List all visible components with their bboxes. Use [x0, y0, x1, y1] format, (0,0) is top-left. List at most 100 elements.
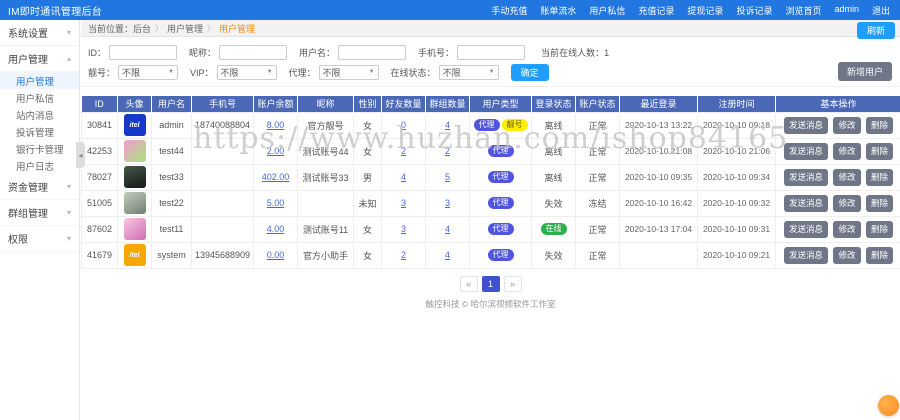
table-row: 41679 itel system 13945688909 0.00 官方小助手… — [82, 242, 900, 268]
nav-logout[interactable]: 退出 — [872, 4, 890, 17]
col-id: ID — [82, 96, 118, 112]
breadcrumb-prefix: 当前位置： — [88, 22, 133, 35]
avatar — [124, 166, 146, 188]
nickname-filter-input[interactable] — [219, 45, 287, 60]
friends-count-link[interactable]: 3 — [401, 224, 406, 234]
nav-user-messages[interactable]: 用户私信 — [589, 4, 625, 17]
sidebar-item-user-management[interactable]: 用户管理 — [0, 72, 79, 89]
nav-manual-recharge[interactable]: 手动充值 — [491, 4, 527, 17]
delete-button[interactable]: 删除 — [866, 143, 893, 160]
sidebar-item-site-messages[interactable]: 站内消息 — [0, 106, 79, 123]
sidebar-group-permissions[interactable]: 权限 ▾ — [0, 226, 79, 252]
cell-last-login: 2020-10-10 21:08 — [620, 138, 698, 164]
send-message-button[interactable]: 发送消息 — [784, 117, 828, 134]
cell-nickname: 测试账号33 — [298, 164, 354, 190]
groups-count-link[interactable]: 5 — [445, 172, 450, 182]
send-message-button[interactable]: 发送消息 — [784, 169, 828, 186]
friends-count-link[interactable]: 3 — [401, 198, 406, 208]
groups-count-link[interactable]: 4 — [445, 250, 450, 260]
agent-badge: 代理 — [488, 145, 514, 157]
balance-link[interactable]: 5.00 — [267, 198, 285, 208]
avatar — [124, 140, 146, 162]
cell-gender: 男 — [354, 164, 382, 190]
cell-account-status: 正常 — [576, 242, 620, 268]
sidebar: 系统设置 ▾ 用户管理 ▴ 用户管理 用户私信 站内消息 投诉管理 银行卡管理 … — [0, 20, 80, 420]
cell-id: 87602 — [82, 216, 118, 242]
edit-button[interactable]: 修改 — [833, 195, 860, 212]
select-caret-icon: ▼ — [489, 69, 495, 75]
groups-count-link[interactable]: 2 — [445, 146, 450, 156]
username-filter-input[interactable] — [338, 45, 406, 60]
col-nickname: 昵称 — [298, 96, 354, 112]
groups-count-link[interactable]: 4 — [445, 224, 450, 234]
nav-withdraw-records[interactable]: 提现记录 — [687, 4, 723, 17]
online-status-badge: 在线 — [541, 223, 567, 235]
send-message-button[interactable]: 发送消息 — [784, 247, 828, 264]
friends-count-link[interactable]: 2 — [401, 250, 406, 260]
phone-filter-input[interactable] — [457, 45, 525, 60]
groups-count-link[interactable]: 4 — [445, 120, 450, 130]
sidebar-group-groups[interactable]: 群组管理 ▾ — [0, 200, 79, 226]
edit-button[interactable]: 修改 — [833, 143, 860, 160]
vip-select[interactable]: 不限 ▼ — [217, 65, 277, 80]
breadcrumb-home[interactable]: 后台 — [133, 22, 151, 35]
delete-button[interactable]: 删除 — [866, 247, 893, 264]
sidebar-collapse-handle[interactable]: ◂ — [76, 142, 85, 168]
app-title: IM即时通讯管理后台 — [8, 3, 102, 18]
sidebar-group-funds[interactable]: 资金管理 ▾ — [0, 174, 79, 200]
add-user-button[interactable]: 新增用户 — [838, 62, 892, 81]
pagination-next-button[interactable]: » — [504, 276, 522, 292]
cell-username: test11 — [152, 216, 192, 242]
pagination-page-1[interactable]: 1 — [482, 276, 500, 292]
cell-last-login: 2020-10-10 09:35 — [620, 164, 698, 190]
edit-button[interactable]: 修改 — [833, 247, 860, 264]
back-to-top-button[interactable] — [878, 395, 899, 416]
cell-username: admin — [152, 112, 192, 138]
friends-count-link[interactable]: 0 — [401, 120, 406, 130]
nav-browse-home[interactable]: 浏览首页 — [785, 4, 821, 17]
filter-submit-button[interactable]: 确定 — [511, 64, 549, 81]
pagination-prev-button[interactable]: « — [460, 276, 478, 292]
cell-phone — [192, 216, 254, 242]
friends-count-link[interactable]: 2 — [401, 146, 406, 156]
sidebar-item-user-logs[interactable]: 用户日志 — [0, 157, 79, 174]
breadcrumb-user-management[interactable]: 用户管理 — [167, 22, 203, 35]
agent-select[interactable]: 不限 ▼ — [319, 65, 379, 80]
sidebar-item-bank-cards[interactable]: 银行卡管理 — [0, 140, 79, 157]
send-message-button[interactable]: 发送消息 — [784, 143, 828, 160]
cell-gender: 女 — [354, 112, 382, 138]
nav-complaint-records[interactable]: 投诉记录 — [736, 4, 772, 17]
sidebar-group-user-management[interactable]: 用户管理 ▴ — [0, 46, 79, 72]
pretty-number-select[interactable]: 不限 ▼ — [118, 65, 178, 80]
sidebar-item-user-messages[interactable]: 用户私信 — [0, 89, 79, 106]
delete-button[interactable]: 删除 — [866, 221, 893, 238]
sidebar-item-complaints[interactable]: 投诉管理 — [0, 123, 79, 140]
send-message-button[interactable]: 发送消息 — [784, 195, 828, 212]
cell-username: system — [152, 242, 192, 268]
groups-count-link[interactable]: 3 — [445, 198, 450, 208]
sidebar-group-system-settings[interactable]: 系统设置 ▾ — [0, 20, 79, 46]
nav-recharge-records[interactable]: 充值记录 — [638, 4, 674, 17]
delete-button[interactable]: 删除 — [866, 195, 893, 212]
balance-link[interactable]: 402.00 — [262, 172, 290, 182]
edit-button[interactable]: 修改 — [833, 117, 860, 134]
delete-button[interactable]: 删除 — [866, 117, 893, 134]
balance-link[interactable]: 8.00 — [267, 120, 285, 130]
edit-button[interactable]: 修改 — [833, 169, 860, 186]
cell-nickname: 测试账号11 — [298, 216, 354, 242]
footer-copyright: 触控科技 © 哈尔滨视频软件工作室 — [81, 298, 900, 310]
send-message-button[interactable]: 发送消息 — [784, 221, 828, 238]
balance-link[interactable]: 0.00 — [267, 250, 285, 260]
balance-link[interactable]: 4.00 — [267, 224, 285, 234]
cell-last-login: 2020-10-13 13:22 — [620, 112, 698, 138]
nav-billing-flow[interactable]: 账单流水 — [540, 4, 576, 17]
friends-count-link[interactable]: 4 — [401, 172, 406, 182]
balance-link[interactable]: 2.00 — [267, 146, 285, 156]
edit-button[interactable]: 修改 — [833, 221, 860, 238]
id-filter-input[interactable] — [109, 45, 177, 60]
online-status-select[interactable]: 不限 ▼ — [439, 65, 499, 80]
cell-phone — [192, 138, 254, 164]
nav-username[interactable]: admin — [834, 4, 859, 17]
delete-button[interactable]: 删除 — [866, 169, 893, 186]
id-filter-label: ID： — [88, 46, 106, 59]
